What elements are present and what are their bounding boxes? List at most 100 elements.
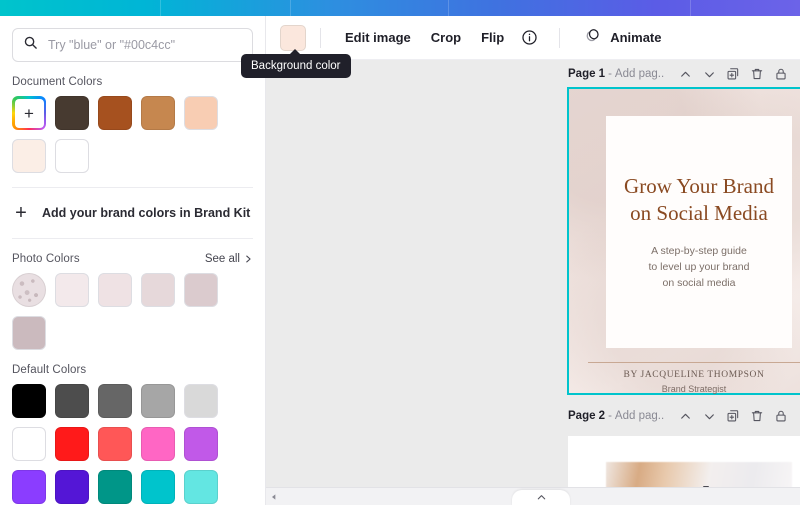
default-color-swatch[interactable] [141,384,175,418]
toolbar-divider [320,28,321,48]
search-box[interactable] [12,28,253,62]
scrollbar-track[interactable] [282,488,800,505]
default-color-swatch[interactable] [12,427,46,461]
see-all-label: See all [205,253,240,265]
page-1-header: Page 1 - Add pag.. [560,60,800,88]
photo-color-swatch[interactable] [141,273,175,307]
scroll-left-arrow-icon[interactable] [266,488,282,505]
document-color-swatch[interactable] [12,139,46,173]
topbar-segment-4 [690,0,691,16]
duplicate-page-icon[interactable] [722,63,744,85]
default-color-swatch[interactable] [98,384,132,418]
pages-panel: Page 1 - Add pag.. [560,60,800,487]
page-1-controls [674,63,792,85]
default-colors-grid [0,384,265,505]
topbar-segment-1 [160,0,161,16]
color-panel-sidebar: Document Colors + + Add your brand color… [0,16,266,505]
document-color-swatch[interactable] [98,96,132,130]
search-icon [23,35,38,55]
page-1-separator: - [608,68,612,80]
default-color-swatch[interactable] [184,384,218,418]
document-color-swatch[interactable] [184,96,218,130]
default-color-swatch[interactable] [12,384,46,418]
background-color-button[interactable] [280,25,306,51]
app-top-gradient-bar [0,0,800,16]
design-title: Grow Your Brand on Social Media [620,173,778,228]
topbar-segment-2 [290,0,291,16]
default-colors-title: Default Colors [12,364,86,376]
add-color-plus: + [15,99,44,128]
chevron-down-icon[interactable] [698,405,720,427]
document-colors-title: Document Colors [12,76,102,88]
animate-button[interactable]: Animate [574,20,671,55]
chevron-up-icon[interactable] [674,63,696,85]
photo-color-swatch[interactable] [12,316,46,350]
chevron-right-icon [243,254,253,264]
default-color-swatch[interactable] [98,427,132,461]
tooltip-text: Background color [251,60,341,72]
design-byline: BY JACQUELINE THOMPSON [568,370,800,380]
design-subtitle: A step-by-step guide to level up your br… [649,244,750,291]
default-color-swatch[interactable] [98,470,132,504]
design-role: Brand Strategist [568,384,800,394]
collapse-panel-button[interactable] [512,490,570,505]
crop-button[interactable]: Crop [421,24,471,51]
lock-page-icon[interactable] [770,405,792,427]
page-1-design-content: Grow Your Brand on Social Media A step-b… [606,116,792,348]
photo-color-swatch[interactable] [55,273,89,307]
photo-colors-title: Photo Colors [12,253,80,265]
default-color-swatch[interactable] [12,470,46,504]
duplicate-page-icon[interactable] [722,405,744,427]
page-2-add-title[interactable]: Add pag.. [615,410,664,422]
toolbar-divider-2 [559,28,560,48]
delete-page-icon[interactable] [746,405,768,427]
search-input[interactable] [48,38,242,52]
photo-color-swatch[interactable] [98,273,132,307]
delete-page-icon[interactable] [746,63,768,85]
photo-colors-grid [0,273,265,350]
canva-editor-window: Document Colors + + Add your brand color… [0,0,800,505]
page-2-separator: - [608,410,612,422]
horizontal-scrollbar[interactable] [266,487,800,505]
photo-colors-header: Photo Colors See all [0,239,265,273]
photo-color-swatch[interactable] [184,273,218,307]
search-area [0,16,265,62]
photo-colors-see-all-button[interactable]: See all [205,253,253,265]
page-2-controls [674,405,792,427]
page-2-header: Page 2 - Add pag.. [560,402,800,430]
document-color-swatch[interactable] [141,96,175,130]
page-2-thumbnail[interactable] [568,436,800,487]
default-color-swatch[interactable] [55,384,89,418]
default-color-swatch[interactable] [141,470,175,504]
add-brand-colors-button[interactable]: + Add your brand colors in Brand Kit [0,188,265,238]
photo-thumbnail[interactable] [12,273,46,307]
page-1-label: Page 1 [568,68,605,80]
document-colors-header: Document Colors [0,62,265,96]
page-2-photo [606,462,792,487]
chevron-up-icon[interactable] [674,405,696,427]
design-divider-rule [588,362,800,363]
plus-icon: + [12,203,30,223]
default-color-swatch[interactable] [55,470,89,504]
topbar-segment-3 [448,0,449,16]
document-colors-grid: + [0,96,265,173]
default-color-swatch[interactable] [141,427,175,461]
edit-image-button[interactable]: Edit image [335,24,421,51]
animate-icon [584,26,602,49]
page-1-thumbnail[interactable]: Grow Your Brand on Social Media A step-b… [568,88,800,394]
default-colors-header: Default Colors [0,350,265,384]
default-color-swatch[interactable] [184,470,218,504]
page-2-label: Page 2 [568,410,605,422]
page-1-add-title[interactable]: Add pag.. [615,68,664,80]
chevron-down-icon[interactable] [698,63,720,85]
flip-button[interactable]: Flip [471,24,514,51]
default-color-swatch[interactable] [184,427,218,461]
document-color-swatch[interactable] [55,96,89,130]
background-color-tooltip: Background color [241,54,351,78]
default-color-swatch[interactable] [55,427,89,461]
add-color-icon[interactable]: + [12,96,46,130]
document-color-swatch[interactable] [55,139,89,173]
lock-page-icon[interactable] [770,63,792,85]
animate-label: Animate [610,30,661,45]
info-icon[interactable] [514,24,545,51]
